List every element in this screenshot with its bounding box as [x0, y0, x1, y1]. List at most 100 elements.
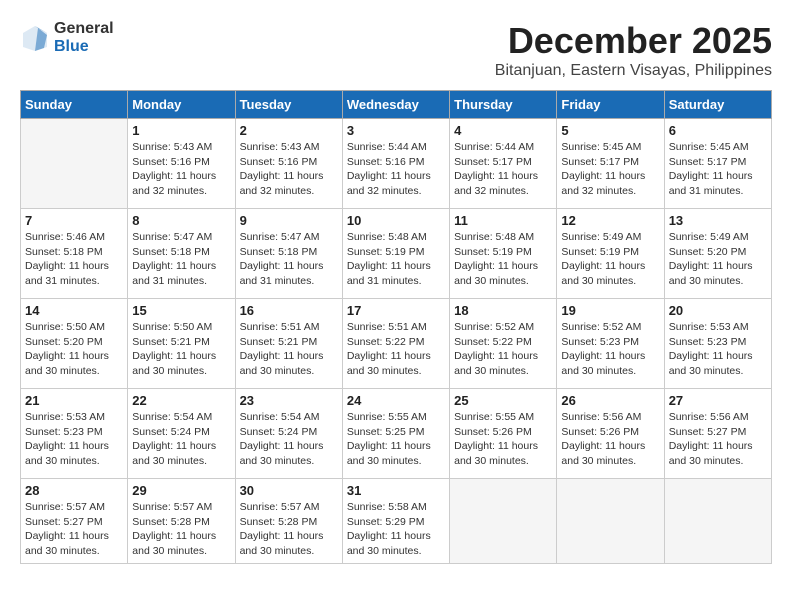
calendar-day-cell: 17 Sunrise: 5:51 AMSunset: 5:22 PMDayligh… [342, 299, 449, 389]
day-info: Sunrise: 5:55 AMSunset: 5:26 PMDaylight:… [454, 410, 552, 469]
day-info: Sunrise: 5:57 AMSunset: 5:28 PMDaylight:… [240, 500, 338, 559]
day-info: Sunrise: 5:43 AMSunset: 5:16 PMDaylight:… [132, 140, 230, 199]
day-info: Sunrise: 5:52 AMSunset: 5:23 PMDaylight:… [561, 320, 659, 379]
day-number: 1 [132, 123, 230, 138]
day-info: Sunrise: 5:56 AMSunset: 5:26 PMDaylight:… [561, 410, 659, 469]
calendar-day-cell: 19Sunrise: 5:52 AMSunset: 5:23 PMDayligh… [557, 299, 664, 389]
calendar-day-cell: 18Sunrise: 5:52 AMSunset: 5:22 PMDayligh… [450, 299, 557, 389]
calendar-day-cell: 11 Sunrise: 5:48 AMSunset: 5:19 PMDayligh… [450, 209, 557, 299]
calendar-day-cell: 13Sunrise: 5:49 AMSunset: 5:20 PMDayligh… [664, 209, 771, 299]
title-block: December 2025 Bitanjuan, Eastern Visayas… [495, 20, 772, 80]
calendar-week-row: 28 Sunrise: 5:57 AMSunset: 5:27 PMDayligh… [21, 479, 772, 564]
day-number: 30 [240, 483, 338, 498]
calendar-day-cell: 16 Sunrise: 5:51 AMSunset: 5:21 PMDayligh… [235, 299, 342, 389]
day-number: 9 [240, 213, 338, 228]
weekday-header-row: SundayMondayTuesdayWednesdayThursdayFrid… [21, 91, 772, 119]
calendar-day-cell: 28 Sunrise: 5:57 AMSunset: 5:27 PMDayligh… [21, 479, 128, 564]
calendar-day-cell: 27 Sunrise: 5:56 AMSunset: 5:27 PMDayligh… [664, 389, 771, 479]
day-info: Sunrise: 5:49 AMSunset: 5:19 PMDaylight:… [561, 230, 659, 289]
day-number: 8 [132, 213, 230, 228]
calendar-day-cell: 26 Sunrise: 5:56 AMSunset: 5:26 PMDayligh… [557, 389, 664, 479]
calendar-day-cell: 24 Sunrise: 5:55 AMSunset: 5:25 PMDayligh… [342, 389, 449, 479]
day-info: Sunrise: 5:48 AMSunset: 5:19 PMDaylight:… [454, 230, 552, 289]
calendar-day-cell: 1 Sunrise: 5:43 AMSunset: 5:16 PMDaylight… [128, 119, 235, 209]
day-number: 6 [669, 123, 767, 138]
day-info: Sunrise: 5:53 AMSunset: 5:23 PMDaylight:… [669, 320, 767, 379]
day-number: 31 [347, 483, 445, 498]
day-info: Sunrise: 5:46 AMSunset: 5:18 PMDaylight:… [25, 230, 123, 289]
calendar-day-cell: 15 Sunrise: 5:50 AMSunset: 5:21 PMDayligh… [128, 299, 235, 389]
day-number: 27 [669, 393, 767, 408]
day-info: Sunrise: 5:54 AMSunset: 5:24 PMDaylight:… [132, 410, 230, 469]
calendar-week-row: 14Sunrise: 5:50 AMSunset: 5:20 PMDayligh… [21, 299, 772, 389]
calendar-day-cell: 7 Sunrise: 5:46 AMSunset: 5:18 PMDaylight… [21, 209, 128, 299]
calendar-day-cell: 9 Sunrise: 5:47 AMSunset: 5:18 PMDaylight… [235, 209, 342, 299]
day-number: 11 [454, 213, 552, 228]
day-info: Sunrise: 5:51 AMSunset: 5:22 PMDaylight:… [347, 320, 445, 379]
day-info: Sunrise: 5:47 AMSunset: 5:18 PMDaylight:… [240, 230, 338, 289]
calendar-day-cell: 10 Sunrise: 5:48 AMSunset: 5:19 PMDayligh… [342, 209, 449, 299]
calendar-day-cell: 8 Sunrise: 5:47 AMSunset: 5:18 PMDaylight… [128, 209, 235, 299]
day-info: Sunrise: 5:57 AMSunset: 5:27 PMDaylight:… [25, 500, 123, 559]
calendar-week-row: 1 Sunrise: 5:43 AMSunset: 5:16 PMDaylight… [21, 119, 772, 209]
calendar-day-cell [664, 479, 771, 564]
calendar-day-cell: 4 Sunrise: 5:44 AMSunset: 5:17 PMDaylight… [450, 119, 557, 209]
calendar-day-cell: 30 Sunrise: 5:57 AMSunset: 5:28 PMDayligh… [235, 479, 342, 564]
day-number: 22 [132, 393, 230, 408]
day-info: Sunrise: 5:50 AMSunset: 5:21 PMDaylight:… [132, 320, 230, 379]
day-number: 23 [240, 393, 338, 408]
calendar-day-cell: 6 Sunrise: 5:45 AMSunset: 5:17 PMDaylight… [664, 119, 771, 209]
day-info: Sunrise: 5:48 AMSunset: 5:19 PMDaylight:… [347, 230, 445, 289]
day-info: Sunrise: 5:47 AMSunset: 5:18 PMDaylight:… [132, 230, 230, 289]
calendar-day-cell: 14Sunrise: 5:50 AMSunset: 5:20 PMDayligh… [21, 299, 128, 389]
weekday-header: Sunday [21, 91, 128, 119]
day-number: 28 [25, 483, 123, 498]
day-number: 26 [561, 393, 659, 408]
day-number: 12 [561, 213, 659, 228]
logo-general: General [54, 20, 114, 38]
day-number: 15 [132, 303, 230, 318]
day-info: Sunrise: 5:53 AMSunset: 5:23 PMDaylight:… [25, 410, 123, 469]
calendar-day-cell [450, 479, 557, 564]
day-number: 29 [132, 483, 230, 498]
day-number: 2 [240, 123, 338, 138]
day-info: Sunrise: 5:51 AMSunset: 5:21 PMDaylight:… [240, 320, 338, 379]
weekday-header: Saturday [664, 91, 771, 119]
calendar-day-cell: 21Sunrise: 5:53 AMSunset: 5:23 PMDayligh… [21, 389, 128, 479]
day-info: Sunrise: 5:44 AMSunset: 5:16 PMDaylight:… [347, 140, 445, 199]
month-title: December 2025 [495, 20, 772, 62]
calendar-day-cell: 29Sunrise: 5:57 AMSunset: 5:28 PMDayligh… [128, 479, 235, 564]
weekday-header: Tuesday [235, 91, 342, 119]
day-number: 3 [347, 123, 445, 138]
day-number: 25 [454, 393, 552, 408]
weekday-header: Wednesday [342, 91, 449, 119]
day-number: 7 [25, 213, 123, 228]
day-number: 10 [347, 213, 445, 228]
day-number: 16 [240, 303, 338, 318]
calendar-day-cell [21, 119, 128, 209]
logo-blue: Blue [54, 38, 114, 56]
day-number: 24 [347, 393, 445, 408]
day-number: 4 [454, 123, 552, 138]
calendar-day-cell: 5Sunrise: 5:45 AMSunset: 5:17 PMDaylight… [557, 119, 664, 209]
logo-icon [20, 23, 50, 53]
day-info: Sunrise: 5:52 AMSunset: 5:22 PMDaylight:… [454, 320, 552, 379]
calendar-day-cell: 12 Sunrise: 5:49 AMSunset: 5:19 PMDayligh… [557, 209, 664, 299]
day-info: Sunrise: 5:43 AMSunset: 5:16 PMDaylight:… [240, 140, 338, 199]
day-number: 14 [25, 303, 123, 318]
logo-text: General Blue [54, 20, 114, 55]
day-info: Sunrise: 5:58 AMSunset: 5:29 PMDaylight:… [347, 500, 445, 559]
day-info: Sunrise: 5:45 AMSunset: 5:17 PMDaylight:… [669, 140, 767, 199]
day-info: Sunrise: 5:56 AMSunset: 5:27 PMDaylight:… [669, 410, 767, 469]
day-info: Sunrise: 5:54 AMSunset: 5:24 PMDaylight:… [240, 410, 338, 469]
day-info: Sunrise: 5:45 AMSunset: 5:17 PMDaylight:… [561, 140, 659, 199]
day-number: 13 [669, 213, 767, 228]
calendar-table: SundayMondayTuesdayWednesdayThursdayFrid… [20, 90, 772, 564]
logo: General Blue [20, 20, 114, 55]
day-info: Sunrise: 5:44 AMSunset: 5:17 PMDaylight:… [454, 140, 552, 199]
calendar-week-row: 7 Sunrise: 5:46 AMSunset: 5:18 PMDaylight… [21, 209, 772, 299]
day-info: Sunrise: 5:55 AMSunset: 5:25 PMDaylight:… [347, 410, 445, 469]
weekday-header: Friday [557, 91, 664, 119]
weekday-header: Monday [128, 91, 235, 119]
day-number: 17 [347, 303, 445, 318]
